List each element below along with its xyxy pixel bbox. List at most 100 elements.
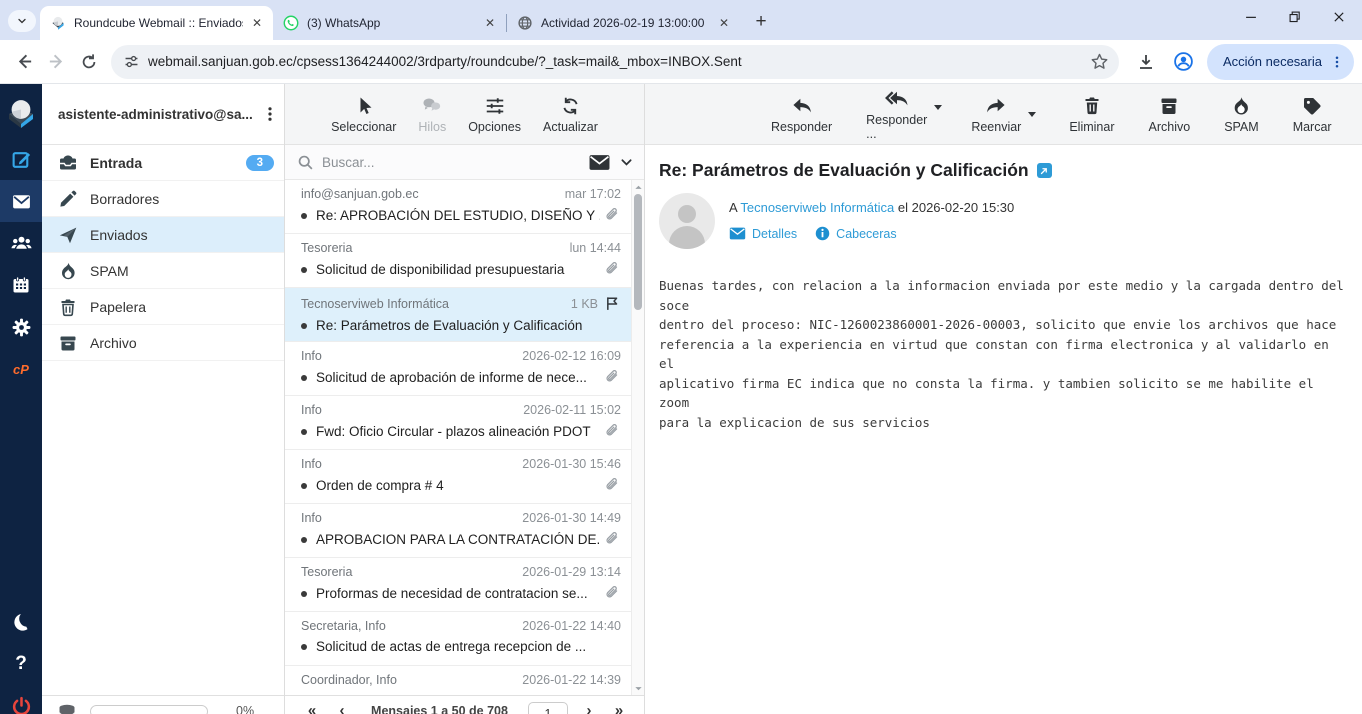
scrollbar-thumb[interactable] [634, 194, 642, 310]
tab-close-icon[interactable]: ✕ [716, 15, 732, 31]
tab-actividad[interactable]: Actividad 2026-02-19 13:00:00 ✕ [507, 6, 740, 40]
select-button[interactable]: Seleccionar [325, 91, 402, 138]
inbox-icon [58, 153, 78, 173]
settings-nav-button[interactable] [0, 306, 42, 348]
forward-dropdown-caret[interactable] [1028, 112, 1036, 117]
compose-button[interactable] [0, 138, 42, 180]
cpanel-logo-label: cP [13, 362, 29, 377]
first-page-button[interactable]: « [297, 702, 327, 714]
reply-all-button[interactable]: Responder ... [860, 84, 933, 145]
archive-button[interactable]: Archivo [1143, 91, 1197, 138]
reply-all-icon [885, 88, 909, 110]
search-options-chevron-icon[interactable] [619, 155, 634, 170]
envelope-icon [729, 227, 746, 240]
tab-close-icon[interactable]: ✕ [482, 15, 498, 31]
unread-dot [301, 267, 307, 273]
message-date: 2026-01-22 14:39 [522, 673, 621, 687]
message-row[interactable]: Info 2026-01-30 15:46 Orden de compra # … [285, 450, 631, 504]
account-menu-icon[interactable] [262, 105, 278, 123]
archive-icon [1159, 95, 1179, 117]
delete-button[interactable]: Eliminar [1063, 91, 1120, 138]
recipient-link[interactable]: Tecnoserviweb Informática [740, 200, 894, 215]
folder-item-papelera[interactable]: Papelera [42, 289, 284, 325]
roundcube-app: cP ? asistente-administrativo@sa... Entr… [0, 84, 1362, 714]
kebab-menu-icon[interactable] [1330, 54, 1344, 70]
info-icon [815, 226, 830, 241]
search-scope-envelope-icon[interactable] [589, 154, 610, 171]
mark-button[interactable]: Marcar [1287, 91, 1338, 138]
folder-label: Archivo [90, 335, 274, 351]
message-row[interactable]: Tesoreria lun 14:44 Solicitud de disponi… [285, 234, 631, 288]
dark-mode-button[interactable] [0, 601, 42, 643]
new-tab-button[interactable]: + [748, 9, 774, 35]
list-scrollbar[interactable] [631, 180, 644, 695]
scroll-up-arrow[interactable] [632, 181, 644, 193]
folder-item-enviados[interactable]: Enviados [42, 217, 284, 253]
downloads-button[interactable] [1131, 47, 1161, 77]
tab-roundcube[interactable]: Roundcube Webmail :: Enviados ✕ [40, 6, 273, 40]
message-row[interactable]: Tecnoserviweb Informática 1 KB Re: Parám… [285, 288, 631, 342]
message-subject: Fwd: Oficio Circular - plazos alineación… [316, 424, 600, 439]
options-button[interactable]: Opciones [462, 91, 527, 138]
tab-whatsapp[interactable]: (3) WhatsApp ✕ [273, 6, 506, 40]
message-subject-title: Re: Parámetros de Evaluación y Calificac… [659, 160, 1029, 181]
message-row[interactable]: Secretaria, Info 2026-01-22 14:40 Solici… [285, 612, 631, 666]
flag-icon[interactable] [604, 295, 621, 312]
compose-icon [11, 149, 32, 170]
search-input[interactable] [322, 155, 589, 170]
restore-button[interactable] [1286, 8, 1304, 26]
tab-title: Actividad 2026-02-19 13:00:00 [541, 16, 710, 30]
reply-button[interactable]: Responder [765, 91, 838, 138]
spam-button[interactable]: SPAM [1218, 91, 1265, 138]
url-text[interactable]: webmail.sanjuan.gob.ec/cpsess1364244002/… [148, 54, 1090, 69]
mail-nav-button[interactable] [0, 180, 42, 222]
cpanel-button[interactable]: cP [0, 348, 42, 390]
close-window-button[interactable] [1330, 8, 1348, 26]
tab-close-icon[interactable]: ✕ [249, 15, 265, 31]
storage-disk-icon [56, 703, 78, 714]
last-page-button[interactable]: » [604, 702, 634, 714]
calendar-nav-button[interactable] [0, 264, 42, 306]
folder-item-spam[interactable]: SPAM [42, 253, 284, 289]
headers-toggle[interactable]: Cabeceras [815, 226, 896, 241]
action-needed-button[interactable]: Acción necesaria [1207, 44, 1354, 80]
forward-button[interactable] [42, 46, 70, 78]
unread-dot [301, 537, 307, 543]
folder-item-entrada[interactable]: Entrada 3 [42, 145, 284, 181]
bookmark-star-icon[interactable] [1090, 52, 1109, 71]
scroll-down-arrow[interactable] [632, 682, 644, 694]
refresh-button[interactable] [75, 46, 103, 78]
folder-label: Enviados [90, 227, 274, 243]
folder-item-borradores[interactable]: Borradores [42, 181, 284, 217]
forward-button[interactable]: Reenviar [965, 91, 1027, 138]
profile-button[interactable] [1169, 47, 1199, 77]
back-button[interactable] [10, 46, 38, 78]
site-settings-icon[interactable] [123, 53, 140, 70]
help-button[interactable]: ? [0, 643, 42, 685]
minimize-button[interactable] [1242, 8, 1260, 26]
contacts-nav-button[interactable] [0, 222, 42, 264]
message-row[interactable]: Info 2026-02-12 16:09 Solicitud de aprob… [285, 342, 631, 396]
message-rows: info@sanjuan.gob.ec mar 17:02 Re: APROBA… [285, 180, 631, 695]
message-row[interactable]: Coordinador, Info 2026-01-22 14:39 [285, 666, 631, 695]
open-in-new-window-icon[interactable] [1037, 163, 1052, 178]
reply-all-dropdown-caret[interactable] [934, 105, 942, 110]
message-row[interactable]: Info 2026-02-11 15:02 Fwd: Oficio Circul… [285, 396, 631, 450]
message-row[interactable]: Info 2026-01-30 14:49 APROBACION PARA LA… [285, 504, 631, 558]
trash-icon [58, 297, 78, 317]
next-page-button[interactable]: › [574, 702, 604, 714]
folder-item-archivo[interactable]: Archivo [42, 325, 284, 361]
message-subject: Proformas de necesidad de contratacion s… [316, 586, 600, 601]
refresh-icon [560, 95, 581, 117]
refresh-list-button[interactable]: Actualizar [537, 91, 604, 138]
prev-page-button[interactable]: ‹ [327, 702, 357, 714]
message-row[interactable]: info@sanjuan.gob.ec mar 17:02 Re: APROBA… [285, 180, 631, 234]
message-row[interactable]: Tesoreria 2026-01-29 13:14 Proformas de … [285, 558, 631, 612]
omnibox[interactable]: webmail.sanjuan.gob.ec/cpsess1364244002/… [111, 45, 1119, 79]
spam-flame-icon [1231, 95, 1251, 117]
details-toggle[interactable]: Detalles [729, 227, 797, 241]
logout-button[interactable] [0, 685, 42, 714]
page-number-input[interactable] [528, 702, 568, 714]
account-row[interactable]: asistente-administrativo@sa... [42, 84, 284, 145]
tab-search-button[interactable] [8, 10, 36, 32]
